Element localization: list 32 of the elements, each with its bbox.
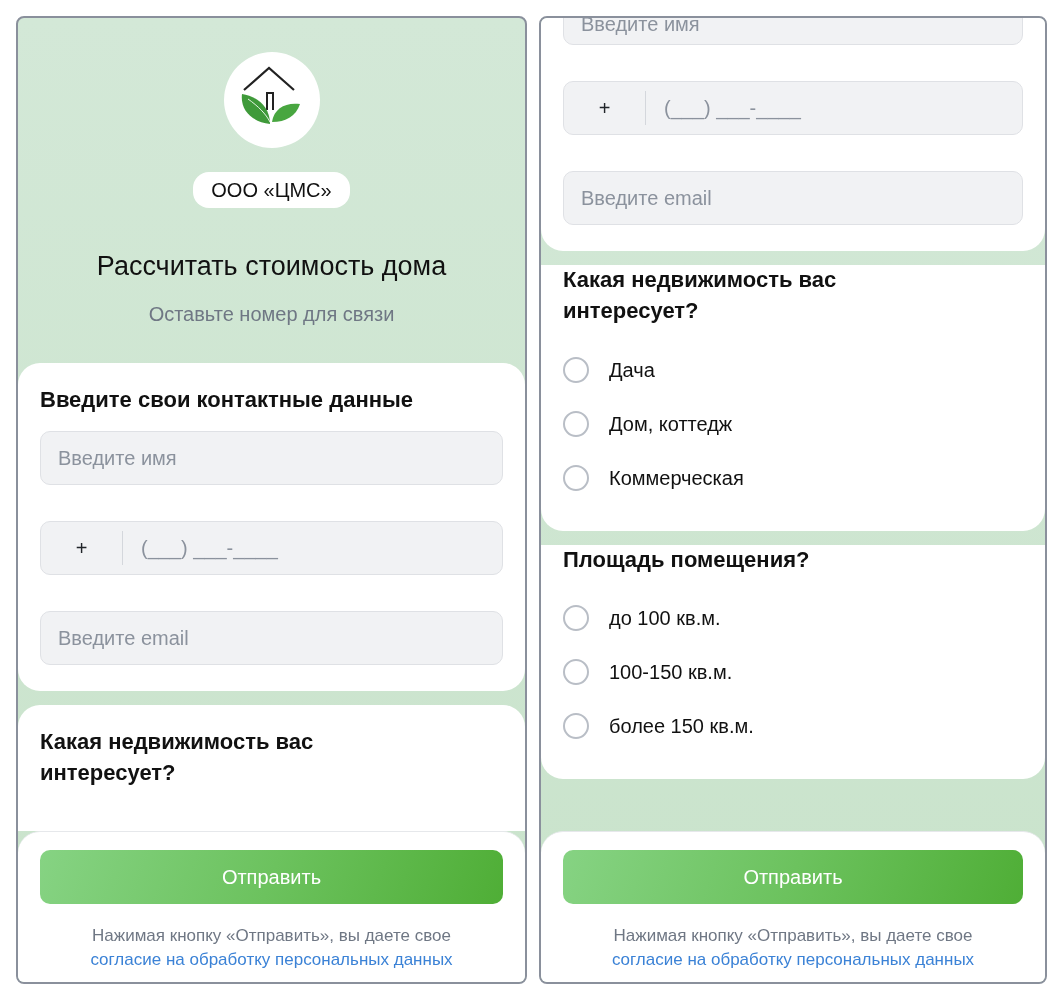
card-title: Площадь помещения? <box>563 545 811 574</box>
card-title: Какая недвижимость вас интересует? <box>40 728 315 788</box>
country-code[interactable]: + <box>564 91 646 125</box>
country-code[interactable]: + <box>41 531 123 566</box>
radio-button[interactable] <box>563 659 589 686</box>
option-label: более 150 кв.м. <box>609 714 754 740</box>
logo-icon <box>223 52 320 148</box>
consent-text: Нажимая кнопку «Отправить», вы даете свое согласие на обработку персональных данных <box>610 925 976 972</box>
option-label: Дом, коттедж <box>609 411 733 437</box>
form-subtitle: Оставьте номер для связи <box>148 301 395 327</box>
input-field[interactable]: Введите email <box>563 171 1023 225</box>
company-name: ООО «ЦМС» <box>193 172 350 208</box>
input-field[interactable]: Введите email <box>40 611 503 666</box>
option-label: Коммерческая <box>609 465 744 491</box>
option-label: 100-150 кв.м. <box>609 660 733 686</box>
form-title: Рассчитать стоимость дома <box>96 250 447 283</box>
phone-field[interactable]: + (___) ___-____ <box>40 521 503 576</box>
option-label: Дача <box>609 357 655 383</box>
radio-button[interactable] <box>563 464 589 491</box>
consent-link[interactable]: согласие на обработку персональных данных <box>90 950 453 970</box>
input-field[interactable]: Введите имя <box>40 431 503 486</box>
radio-button[interactable] <box>563 713 589 740</box>
consent-link[interactable]: согласие на обработку персональных данных <box>611 950 975 970</box>
card-title: Какая недвижимость вас интересует? <box>563 266 838 325</box>
radio-button[interactable] <box>563 410 589 437</box>
option-label: до 100 кв.м. <box>609 606 721 632</box>
consent-text: Нажимая кнопку «Отправить», вы даете свое согласие на обработку персональных данных <box>89 925 454 972</box>
input-field[interactable]: Введите имя <box>563 18 1023 45</box>
card-title: Введите свои контактные данные <box>40 385 414 414</box>
phone-field[interactable]: + (___) ___-____ <box>563 81 1023 135</box>
radio-button[interactable] <box>563 605 589 632</box>
radio-button[interactable] <box>563 356 589 383</box>
